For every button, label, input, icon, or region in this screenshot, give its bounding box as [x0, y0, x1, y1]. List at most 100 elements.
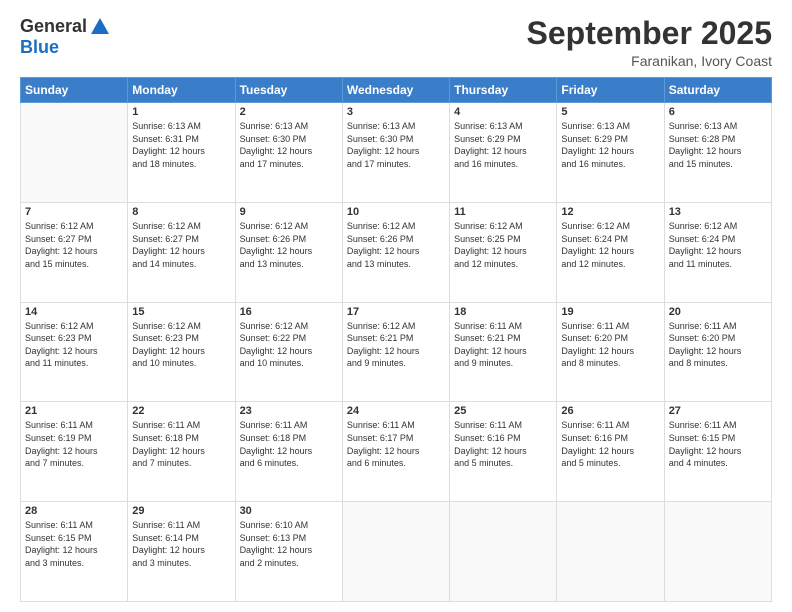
- table-row: 23 Sunrise: 6:11 AM Sunset: 6:18 PM Dayli…: [235, 402, 342, 502]
- logo-general: General: [20, 17, 87, 37]
- day-info: Sunrise: 6:13 AM Sunset: 6:30 PM Dayligh…: [347, 120, 445, 170]
- day-number: 27: [669, 405, 767, 417]
- day-info: Sunrise: 6:12 AM Sunset: 6:24 PM Dayligh…: [669, 220, 767, 270]
- day-number: 20: [669, 306, 767, 318]
- table-row: 15Sunrise: 6:12 AM Sunset: 6:23 PM Dayli…: [128, 302, 235, 402]
- header-sunday: Sunday: [21, 78, 128, 103]
- day-number: 23: [240, 405, 338, 417]
- table-row: 29 Sunrise: 6:11 AM Sunset: 6:14 PM Dayli…: [128, 502, 235, 602]
- day-info: Sunrise: 6:13 AM Sunset: 6:29 PM Dayligh…: [454, 120, 552, 170]
- table-row: 27Sunrise: 6:11 AM Sunset: 6:15 PM Dayli…: [664, 402, 771, 502]
- day-number: 6: [669, 106, 767, 118]
- table-row: 1Sunrise: 6:13 AM Sunset: 6:31 PM Daylig…: [128, 103, 235, 203]
- table-row: 7 Sunrise: 6:12 AM Sunset: 6:27 PM Daylig…: [21, 202, 128, 302]
- table-row: 26 Sunrise: 6:11 AM Sunset: 6:16 PM Dayli…: [557, 402, 664, 502]
- header-saturday: Saturday: [664, 78, 771, 103]
- day-info: Sunrise: 6:11 AM Sunset: 6:16 PM Dayligh…: [454, 419, 552, 469]
- header-monday: Monday: [128, 78, 235, 103]
- table-row: 20 Sunrise: 6:11 AM Sunset: 6:20 PM Dayli…: [664, 302, 771, 402]
- table-row: 2 Sunrise: 6:13 AM Sunset: 6:30 PM Daylig…: [235, 103, 342, 203]
- day-number: 28: [25, 505, 123, 517]
- day-number: 4: [454, 106, 552, 118]
- calendar-week-row: 7 Sunrise: 6:12 AM Sunset: 6:27 PM Daylig…: [21, 202, 772, 302]
- day-number: 7: [25, 206, 123, 218]
- table-row: 28 Sunrise: 6:11 AM Sunset: 6:15 PM Dayli…: [21, 502, 128, 602]
- table-row: 22Sunrise: 6:11 AM Sunset: 6:18 PM Dayli…: [128, 402, 235, 502]
- day-number: 14: [25, 306, 123, 318]
- day-number: 17: [347, 306, 445, 318]
- day-info: Sunrise: 6:11 AM Sunset: 6:20 PM Dayligh…: [561, 320, 659, 370]
- table-row: 9Sunrise: 6:12 AM Sunset: 6:26 PM Daylig…: [235, 202, 342, 302]
- day-number: 2: [240, 106, 338, 118]
- header-thursday: Thursday: [450, 78, 557, 103]
- header-wednesday: Wednesday: [342, 78, 449, 103]
- day-number: 1: [132, 106, 230, 118]
- day-info: Sunrise: 6:12 AM Sunset: 6:22 PM Dayligh…: [240, 320, 338, 370]
- table-row: 25 Sunrise: 6:11 AM Sunset: 6:16 PM Dayli…: [450, 402, 557, 502]
- page: General Blue September 2025 Faranikan, I…: [0, 0, 792, 612]
- table-row: 10 Sunrise: 6:12 AM Sunset: 6:26 PM Dayli…: [342, 202, 449, 302]
- day-info: Sunrise: 6:13 AM Sunset: 6:30 PM Dayligh…: [240, 120, 338, 170]
- day-info: Sunrise: 6:12 AM Sunset: 6:24 PM Dayligh…: [561, 220, 659, 270]
- table-row: 16 Sunrise: 6:12 AM Sunset: 6:22 PM Dayli…: [235, 302, 342, 402]
- day-info: Sunrise: 6:12 AM Sunset: 6:21 PM Dayligh…: [347, 320, 445, 370]
- calendar: Sunday Monday Tuesday Wednesday Thursday…: [20, 77, 772, 602]
- day-number: 24: [347, 405, 445, 417]
- day-info: Sunrise: 6:10 AM Sunset: 6:13 PM Dayligh…: [240, 519, 338, 569]
- table-row: 11Sunrise: 6:12 AM Sunset: 6:25 PM Dayli…: [450, 202, 557, 302]
- day-number: 16: [240, 306, 338, 318]
- table-row: 21 Sunrise: 6:11 AM Sunset: 6:19 PM Dayli…: [21, 402, 128, 502]
- day-info: Sunrise: 6:11 AM Sunset: 6:18 PM Dayligh…: [132, 419, 230, 469]
- table-row: [21, 103, 128, 203]
- calendar-week-row: 1Sunrise: 6:13 AM Sunset: 6:31 PM Daylig…: [21, 103, 772, 203]
- table-row: 19 Sunrise: 6:11 AM Sunset: 6:20 PM Dayli…: [557, 302, 664, 402]
- day-number: 29: [132, 505, 230, 517]
- day-info: Sunrise: 6:11 AM Sunset: 6:16 PM Dayligh…: [561, 419, 659, 469]
- day-number: 9: [240, 206, 338, 218]
- table-row: 24 Sunrise: 6:11 AM Sunset: 6:17 PM Dayli…: [342, 402, 449, 502]
- table-row: [664, 502, 771, 602]
- day-info: Sunrise: 6:12 AM Sunset: 6:27 PM Dayligh…: [132, 220, 230, 270]
- table-row: 6 Sunrise: 6:13 AM Sunset: 6:28 PM Daylig…: [664, 103, 771, 203]
- table-row: [342, 502, 449, 602]
- calendar-week-row: 14 Sunrise: 6:12 AM Sunset: 6:23 PM Dayli…: [21, 302, 772, 402]
- table-row: 3 Sunrise: 6:13 AM Sunset: 6:30 PM Daylig…: [342, 103, 449, 203]
- day-info: Sunrise: 6:11 AM Sunset: 6:14 PM Dayligh…: [132, 519, 230, 569]
- day-info: Sunrise: 6:12 AM Sunset: 6:27 PM Dayligh…: [25, 220, 123, 270]
- day-number: 30: [240, 505, 338, 517]
- day-info: Sunrise: 6:12 AM Sunset: 6:26 PM Dayligh…: [347, 220, 445, 270]
- day-number: 12: [561, 206, 659, 218]
- day-number: 26: [561, 405, 659, 417]
- day-number: 21: [25, 405, 123, 417]
- day-info: Sunrise: 6:12 AM Sunset: 6:23 PM Dayligh…: [132, 320, 230, 370]
- day-info: Sunrise: 6:13 AM Sunset: 6:28 PM Dayligh…: [669, 120, 767, 170]
- day-info: Sunrise: 6:11 AM Sunset: 6:15 PM Dayligh…: [25, 519, 123, 569]
- day-info: Sunrise: 6:11 AM Sunset: 6:17 PM Dayligh…: [347, 419, 445, 469]
- day-number: 25: [454, 405, 552, 417]
- table-row: 8Sunrise: 6:12 AM Sunset: 6:27 PM Daylig…: [128, 202, 235, 302]
- logo: General Blue: [20, 16, 111, 58]
- logo-blue: Blue: [20, 38, 59, 58]
- day-info: Sunrise: 6:11 AM Sunset: 6:18 PM Dayligh…: [240, 419, 338, 469]
- day-number: 19: [561, 306, 659, 318]
- day-number: 5: [561, 106, 659, 118]
- header-friday: Friday: [557, 78, 664, 103]
- calendar-week-row: 28 Sunrise: 6:11 AM Sunset: 6:15 PM Dayli…: [21, 502, 772, 602]
- day-info: Sunrise: 6:11 AM Sunset: 6:20 PM Dayligh…: [669, 320, 767, 370]
- table-row: 12 Sunrise: 6:12 AM Sunset: 6:24 PM Dayli…: [557, 202, 664, 302]
- table-row: 17 Sunrise: 6:12 AM Sunset: 6:21 PM Dayli…: [342, 302, 449, 402]
- day-number: 11: [454, 206, 552, 218]
- calendar-week-row: 21 Sunrise: 6:11 AM Sunset: 6:19 PM Dayli…: [21, 402, 772, 502]
- day-info: Sunrise: 6:11 AM Sunset: 6:21 PM Dayligh…: [454, 320, 552, 370]
- weekday-header-row: Sunday Monday Tuesday Wednesday Thursday…: [21, 78, 772, 103]
- day-number: 3: [347, 106, 445, 118]
- day-info: Sunrise: 6:11 AM Sunset: 6:19 PM Dayligh…: [25, 419, 123, 469]
- day-number: 18: [454, 306, 552, 318]
- header: General Blue September 2025 Faranikan, I…: [20, 16, 772, 69]
- header-tuesday: Tuesday: [235, 78, 342, 103]
- table-row: [450, 502, 557, 602]
- table-row: 13Sunrise: 6:12 AM Sunset: 6:24 PM Dayli…: [664, 202, 771, 302]
- day-info: Sunrise: 6:13 AM Sunset: 6:29 PM Dayligh…: [561, 120, 659, 170]
- day-number: 10: [347, 206, 445, 218]
- logo-icon: [89, 16, 111, 38]
